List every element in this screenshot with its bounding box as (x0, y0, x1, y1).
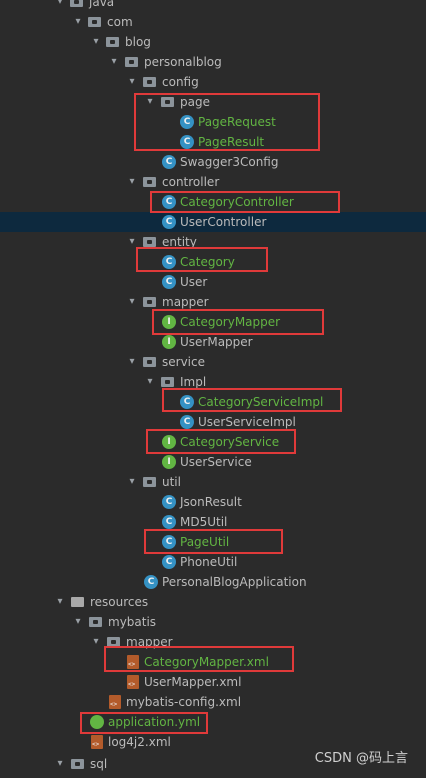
spring-boot-class-icon: C (144, 575, 158, 589)
tree-label: JsonResult (180, 495, 242, 509)
xml-file-icon (127, 675, 139, 689)
tree-row-mybatis[interactable]: ▾ mybatis (0, 612, 426, 632)
highlight-box (104, 646, 294, 672)
tree-row-com[interactable]: ▾ com (0, 12, 426, 32)
highlight-box (134, 93, 320, 151)
package-icon (125, 57, 138, 67)
tree-row-config[interactable]: ▾ config (0, 72, 426, 92)
class-icon: C (162, 515, 176, 529)
chevron-down-icon[interactable]: ▾ (108, 52, 120, 72)
tree-row-controller[interactable]: ▾ controller (0, 172, 426, 192)
package-icon (106, 37, 119, 47)
interface-icon: I (162, 335, 176, 349)
tree-row-phoneutil[interactable]: C PhoneUtil (0, 552, 426, 572)
folder-icon (71, 759, 84, 769)
package-icon (161, 377, 174, 387)
tree-label: com (107, 15, 133, 29)
tree-label: mybatis (108, 615, 157, 629)
tree-label: UserController (180, 215, 267, 229)
package-icon (143, 357, 156, 367)
tree-label: mybatis-config.xml (126, 695, 242, 709)
chevron-down-icon[interactable]: ▾ (126, 172, 138, 192)
tree-row-user[interactable]: C User (0, 272, 426, 292)
tree-row-usercontroller[interactable]: C UserController (0, 212, 426, 232)
class-icon: C (162, 275, 176, 289)
interface-icon: I (162, 455, 176, 469)
package-icon (143, 477, 156, 487)
folder-icon (89, 617, 102, 627)
tree-row-swagger3config[interactable]: C Swagger3Config (0, 152, 426, 172)
chevron-down-icon[interactable]: ▾ (144, 372, 156, 392)
tree-label: service (162, 355, 205, 369)
package-icon (143, 297, 156, 307)
highlight-box (162, 388, 342, 412)
chevron-down-icon[interactable]: ▾ (126, 352, 138, 372)
tree-row-mybatis-config-xml[interactable]: mybatis-config.xml (0, 692, 426, 712)
tree-row-personalblogapplication[interactable]: C PersonalBlogApplication (0, 572, 426, 592)
tree-row-jsonresult[interactable]: C JsonResult (0, 492, 426, 512)
package-icon (143, 237, 156, 247)
tree-label: User (180, 275, 208, 289)
tree-row-personalblog[interactable]: ▾ personalblog (0, 52, 426, 72)
tree-label: PhoneUtil (180, 555, 238, 569)
tree-label: java (89, 0, 115, 9)
chevron-down-icon[interactable]: ▾ (126, 292, 138, 312)
tree-row-service[interactable]: ▾ service (0, 352, 426, 372)
tree-label: personalblog (144, 55, 222, 69)
highlight-box (150, 191, 340, 213)
highlight-box (80, 712, 208, 734)
class-icon: C (162, 555, 176, 569)
tree-label: resources (90, 595, 149, 609)
class-icon: C (162, 495, 176, 509)
watermark: CSDN @码上言 (314, 751, 408, 766)
highlight-box (146, 429, 296, 454)
tree-label: UserMapper (180, 335, 253, 349)
tree-row-usermapper-xml[interactable]: UserMapper.xml (0, 672, 426, 692)
tree-label: UserMapper.xml (144, 675, 242, 689)
chevron-down-icon[interactable]: ▾ (54, 592, 66, 612)
resources-folder-icon (71, 597, 84, 607)
package-icon (143, 177, 156, 187)
tree-label: blog (125, 35, 151, 49)
chevron-down-icon[interactable]: ▾ (126, 472, 138, 492)
class-icon: C (162, 155, 176, 169)
class-icon: C (162, 215, 176, 229)
tree-row-userservice[interactable]: I UserService (0, 452, 426, 472)
folder-icon (70, 0, 83, 7)
chevron-down-icon[interactable]: ▾ (90, 632, 102, 652)
tree-row-blog[interactable]: ▾ blog (0, 32, 426, 52)
chevron-down-icon[interactable]: ▾ (90, 32, 102, 52)
package-icon (143, 77, 156, 87)
tree-row-util[interactable]: ▾ util (0, 472, 426, 492)
xml-file-icon (109, 695, 121, 709)
tree-row-java[interactable]: ▾ java (0, 0, 426, 12)
tree-label: controller (162, 175, 220, 189)
highlight-box (136, 247, 268, 272)
xml-file-icon (91, 735, 103, 749)
project-tree: ▾ java ▾ com ▾ blog ▾ personalblog ▾ con… (0, 0, 426, 778)
chevron-down-icon[interactable]: ▾ (72, 12, 84, 32)
tree-label: sql (90, 757, 108, 771)
chevron-down-icon[interactable]: ▾ (126, 72, 138, 92)
tree-label: UserService (180, 455, 252, 469)
highlight-box (152, 309, 324, 335)
tree-label: util (162, 475, 181, 489)
tree-label: log4j2.xml (108, 735, 171, 749)
class-icon: C (180, 415, 194, 429)
chevron-right-icon[interactable]: ▾ (54, 754, 66, 774)
chevron-down-icon[interactable]: ▾ (54, 0, 66, 12)
tree-label: PersonalBlogApplication (162, 575, 307, 589)
tree-row-resources[interactable]: ▾ resources (0, 592, 426, 612)
tree-row-application-yml[interactable]: application.yml (0, 712, 426, 732)
tree-row-usermapper[interactable]: I UserMapper (0, 332, 426, 352)
tree-label: config (162, 75, 199, 89)
tree-label: Swagger3Config (180, 155, 279, 169)
package-icon (88, 17, 101, 27)
highlight-box (144, 529, 283, 554)
chevron-down-icon[interactable]: ▾ (72, 612, 84, 632)
